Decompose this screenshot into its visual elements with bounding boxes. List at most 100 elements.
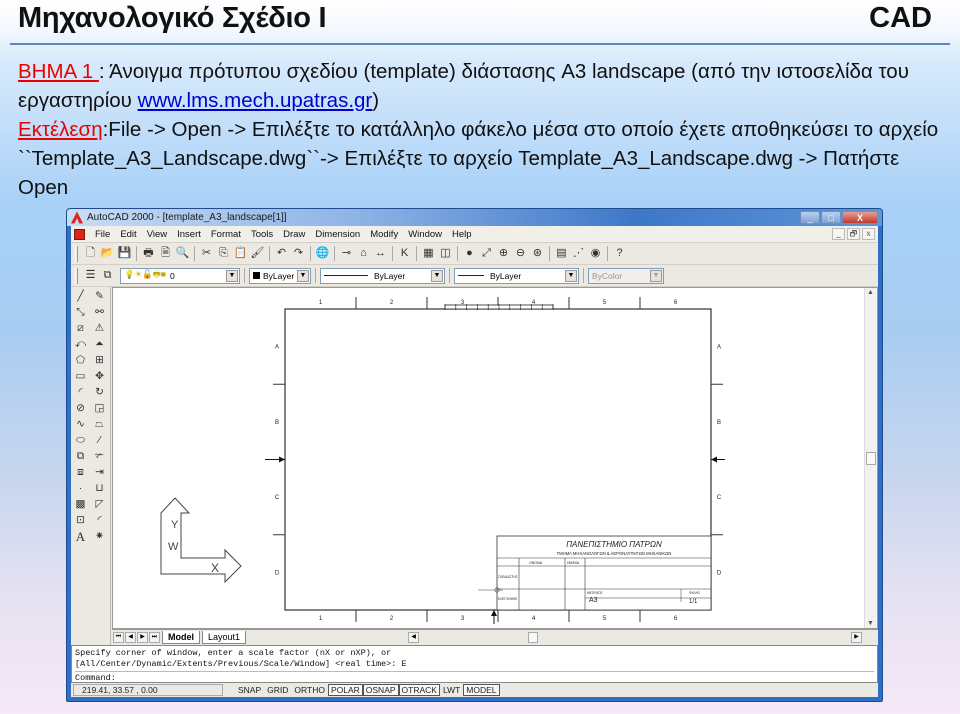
lengthen-icon[interactable]: ⁄ [90,434,109,447]
chamfer-icon[interactable]: ◸ [90,498,109,511]
web-icon[interactable]: 🌐 [315,246,330,261]
menu-tools[interactable]: Tools [246,229,278,240]
mode-lwt-button[interactable]: LWT [440,684,463,696]
prev-tab-icon[interactable]: ◀ [125,632,136,643]
menu-insert[interactable]: Insert [172,229,206,240]
undo-icon[interactable]: ↶ [274,246,289,261]
explode-icon[interactable]: ✷ [90,530,109,543]
find-icon[interactable]: 🔍 [175,246,190,261]
minimize-button[interactable]: _ [800,211,820,224]
menu-dimension[interactable]: Dimension [310,229,365,240]
paste-icon[interactable]: 📋 [233,246,248,261]
move-icon[interactable]: ✥ [90,370,109,383]
open-icon[interactable]: 📂 [100,246,115,261]
mode-snap-button[interactable]: SNAP [235,684,264,696]
hatch-icon[interactable]: ▩ [71,498,90,511]
menu-help[interactable]: Help [447,229,477,240]
viewports-icon[interactable]: ◫ [438,246,453,261]
toolbar-grip[interactable] [75,267,78,284]
properties-icon[interactable]: ▤ [554,246,569,261]
match-properties-icon[interactable]: 🖌 [250,246,265,261]
close-button[interactable]: X [842,211,878,224]
linetype-dropdown[interactable]: ByLayer ▼ [320,267,445,284]
fillet-icon[interactable]: ◜ [90,514,109,527]
inquiry-icon[interactable]: K [397,246,412,261]
polygon-icon[interactable]: ⬠ [71,354,90,367]
point-icon[interactable]: · [71,482,90,495]
ucs-icon[interactable]: ⌂ [356,246,371,261]
named-views-icon[interactable]: ▦ [421,246,436,261]
chevron-down-icon[interactable]: ▼ [297,269,309,282]
spline-icon[interactable]: ∿ [71,418,90,431]
trim-icon[interactable]: ✃ [90,450,109,463]
offset-icon[interactable]: ⏶ [90,338,109,351]
insert-block-icon[interactable]: ⧉ [71,450,90,463]
zoom-extents-icon[interactable]: ⊛ [530,246,545,261]
scale-icon[interactable]: ◲ [90,402,109,415]
mode-model-button[interactable]: MODEL [463,684,500,696]
document-icon[interactable] [74,228,85,240]
next-tab-icon[interactable]: ▶ [137,632,148,643]
rotate-icon[interactable]: ↻ [90,386,109,399]
ellipse-icon[interactable]: ⬭ [71,434,90,447]
region-icon[interactable]: ⊡ [71,514,90,527]
extend-icon[interactable]: ⇥ [90,466,109,479]
erase-icon[interactable]: ✎ [90,290,109,303]
mode-polar-button[interactable]: POLAR [327,684,363,696]
first-tab-icon[interactable]: ⏮ [113,632,124,643]
coordinate-readout[interactable]: 219.41, 33.57 , 0.00 [73,684,223,696]
copy-object-icon[interactable]: ⚯ [90,306,109,319]
doc-minimize-button[interactable]: _ [832,228,845,240]
print-icon[interactable]: 🖶 [141,246,156,261]
break-icon[interactable]: ⊔ [90,482,109,495]
make-block-icon[interactable]: ⧈ [71,466,90,479]
scroll-left-icon[interactable]: ◀ [408,632,419,643]
color-dropdown[interactable]: ByLayer ▼ [249,267,311,284]
chevron-down-icon[interactable]: ▼ [431,269,443,282]
help-icon[interactable]: ? [612,246,627,261]
maximize-button[interactable]: □ [821,211,841,224]
scroll-up-icon[interactable]: ▲ [867,289,874,296]
mode-osnap-button[interactable]: OSNAP [362,684,399,696]
multiline-text-icon[interactable]: A [71,530,90,543]
lineweight-dropdown[interactable]: ByLayer ▼ [454,267,579,284]
horizontal-scrollbar[interactable]: ◀ ▶ [408,631,878,644]
menu-window[interactable]: Window [403,229,447,240]
distance-icon[interactable]: ↔ [373,246,388,261]
layer-manager-icon[interactable]: ☰ [83,268,98,283]
lab-website-link[interactable]: www.lms.mech.upatras.gr [138,89,373,112]
mode-otrack-button[interactable]: OTRACK [398,684,440,696]
mode-grid-button[interactable]: GRID [264,684,291,696]
last-tab-icon[interactable]: ⏭ [149,632,160,643]
tab-model[interactable]: Model [162,631,200,644]
object-snap-icon[interactable]: ⊸ [339,246,354,261]
rectangle-icon[interactable]: ▭ [71,370,90,383]
menu-view[interactable]: View [142,229,172,240]
layer-dropdown[interactable]: 💡☀🔓🖶■ 0 ▼ [120,267,240,284]
stretch-icon[interactable]: ⏢ [90,418,109,431]
scroll-thumb[interactable] [528,632,538,643]
zoom-previous-icon[interactable]: ⊖ [513,246,528,261]
save-icon[interactable]: 💾 [117,246,132,261]
pan-icon[interactable]: ● [462,246,477,261]
chevron-down-icon[interactable]: ▼ [565,269,577,282]
vertical-scrollbar[interactable]: ▲ ▼ [864,288,877,628]
menu-format[interactable]: Format [206,229,246,240]
new-icon[interactable]: 🗋 [83,246,98,261]
polyline-icon[interactable]: ⤺ [71,338,90,351]
line-icon[interactable]: ╱ [71,290,90,303]
cut-icon[interactable]: ✂ [199,246,214,261]
layer-previous-icon[interactable]: ⧉ [100,268,115,283]
zoom-window-icon[interactable]: ⊕ [496,246,511,261]
chevron-down-icon[interactable]: ▼ [226,269,238,282]
menu-modify[interactable]: Modify [365,229,403,240]
design-center-icon[interactable]: ⋰ [571,246,586,261]
menu-edit[interactable]: Edit [115,229,141,240]
arc-icon[interactable]: ◜ [71,386,90,399]
tab-layout1[interactable]: Layout1 [202,631,247,644]
scroll-thumb[interactable] [866,452,876,465]
copy-icon[interactable]: ⎘ [216,246,231,261]
construction-line-icon[interactable]: ⤡ [71,306,90,319]
mode-ortho-button[interactable]: ORTHO [291,684,328,696]
mirror-icon[interactable]: ⚠ [90,322,109,335]
